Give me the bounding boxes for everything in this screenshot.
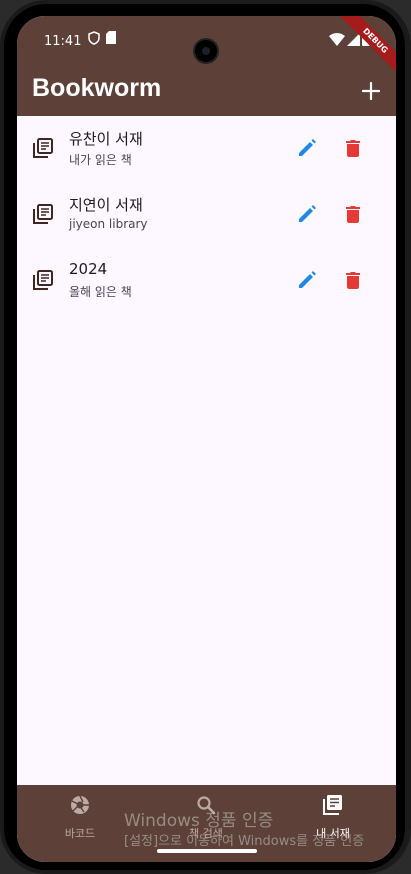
windows-activation-watermark-subtitle: [설정]으로 이동하여 Windows를 정품 인증 — [124, 834, 365, 849]
nav-label-barcode: 바코드 — [64, 827, 96, 840]
wifi-icon — [329, 32, 345, 46]
plus-icon[interactable] — [360, 80, 382, 102]
windows-activation-watermark-title: Windows 정품 인증 — [124, 811, 274, 831]
library-subtitle: 올해 읽은 책 — [69, 285, 132, 299]
list-item[interactable]: 지연이 서재 jiyeon library — [17, 182, 396, 248]
status-notification-icons — [88, 31, 116, 45]
library-icon — [33, 204, 53, 224]
trash-icon[interactable] — [343, 138, 363, 158]
library-title: 지연이 서재 — [69, 196, 143, 214]
status-bar: 11:41 DEBUG — [17, 16, 396, 78]
camera-aperture-icon — [71, 795, 89, 814]
library-icon — [33, 138, 53, 158]
app-bar: 11:41 DEBUG Bookworm — [17, 16, 396, 116]
library-list: 유찬이 서재 내가 읽은 책 지연이 서재 jiyeon library 202… — [17, 116, 396, 314]
phone-frame: 11:41 DEBUG Bookworm 유찬이 서재 내가 읽은 책 지연이 … — [0, 0, 411, 874]
sd-card-icon — [106, 31, 116, 44]
library-title: 2024 — [69, 260, 108, 278]
nav-item-barcode[interactable]: 바코드 — [20, 793, 140, 841]
trash-icon[interactable] — [343, 204, 363, 224]
app-screen: 11:41 DEBUG Bookworm 유찬이 서재 내가 읽은 책 지연이 … — [17, 16, 396, 862]
status-time: 11:41 — [44, 34, 82, 49]
front-camera — [195, 40, 217, 62]
list-item[interactable]: 2024 올해 읽은 책 — [17, 248, 396, 314]
edit-icon[interactable] — [297, 270, 317, 290]
list-item[interactable]: 유찬이 서재 내가 읽은 책 — [17, 116, 396, 182]
page-title: Bookworm — [32, 74, 162, 102]
trash-icon[interactable] — [343, 270, 363, 290]
library-icon — [33, 270, 53, 290]
edit-icon[interactable] — [297, 204, 317, 224]
shield-icon — [88, 31, 100, 45]
library-icon — [323, 795, 342, 815]
library-title: 유찬이 서재 — [69, 130, 143, 148]
home-indicator[interactable] — [157, 849, 257, 853]
library-subtitle: 내가 읽은 책 — [69, 153, 132, 167]
library-subtitle: jiyeon library — [69, 217, 148, 231]
edit-icon[interactable] — [297, 138, 317, 158]
debug-banner: DEBUG — [338, 16, 396, 78]
